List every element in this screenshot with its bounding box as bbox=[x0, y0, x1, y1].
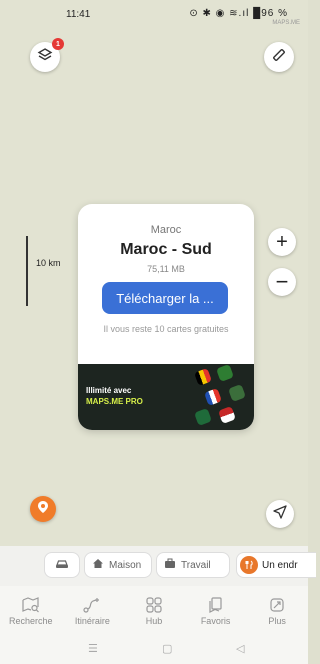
status-indicators: ⊙ ✱ ◉ ≋.ıl █96 % bbox=[189, 8, 288, 19]
promo-brand: MAPS.ME PRO bbox=[86, 397, 143, 406]
nav-more[interactable]: Plus bbox=[246, 586, 308, 636]
restaurant-icon bbox=[240, 556, 258, 574]
pro-promo-banner[interactable]: Illimité avec MAPS.ME PRO bbox=[78, 364, 254, 430]
quick-places-bar: Maison Travail Un endr bbox=[0, 546, 316, 586]
scale-bar bbox=[26, 236, 28, 306]
car-icon bbox=[55, 558, 69, 573]
status-bar: 11:41 ⊙ ✱ ◉ ≋.ıl █96 % MAPS.ME bbox=[0, 0, 308, 34]
nav-search-label: Recherche bbox=[9, 616, 53, 626]
flag-icon bbox=[216, 364, 234, 382]
chip-home-label: Maison bbox=[109, 559, 142, 571]
back-icon[interactable]: ◁ bbox=[236, 642, 244, 655]
home-icon bbox=[92, 558, 104, 572]
flag-icon bbox=[204, 388, 222, 406]
download-map-card: Maroc Maroc - Sud 75,11 MB Télécharger l… bbox=[78, 204, 254, 430]
system-navigation-bar: ☰ ▢ ◁ bbox=[0, 636, 308, 664]
download-map-button[interactable]: Télécharger la ... bbox=[102, 282, 228, 314]
card-region-title: Maroc - Sud bbox=[120, 241, 212, 258]
nav-favorites-label: Favoris bbox=[200, 616, 231, 626]
nav-favorites[interactable]: Favoris bbox=[185, 586, 247, 636]
flag-icon bbox=[218, 406, 236, 424]
route-icon bbox=[83, 596, 101, 614]
briefcase-icon bbox=[164, 558, 176, 572]
nav-more-label: Plus bbox=[268, 616, 286, 626]
chip-work[interactable]: Travail bbox=[156, 552, 230, 578]
nav-hub[interactable]: Hub bbox=[123, 586, 185, 636]
recent-apps-icon[interactable]: ☰ bbox=[88, 642, 98, 655]
navigation-arrow-icon bbox=[273, 504, 287, 524]
chip-home[interactable]: Maison bbox=[84, 552, 152, 578]
ruler-icon bbox=[271, 47, 287, 68]
flag-icon bbox=[228, 384, 246, 402]
layers-icon bbox=[37, 47, 53, 68]
free-maps-info: Il vous reste 10 cartes gratuites bbox=[103, 324, 229, 334]
map-search-icon bbox=[22, 596, 40, 614]
grid-icon bbox=[145, 596, 163, 614]
watermark: MAPS.ME bbox=[272, 20, 300, 26]
my-location-button[interactable] bbox=[266, 500, 294, 528]
flag-icon bbox=[194, 368, 212, 386]
flag-icon bbox=[194, 408, 212, 426]
nav-hub-label: Hub bbox=[145, 616, 163, 626]
nav-route-label: Itinéraire bbox=[74, 616, 110, 626]
card-country: Maroc bbox=[150, 224, 182, 236]
promo-text: Illimité avec bbox=[86, 386, 132, 395]
nav-route[interactable]: Itinéraire bbox=[62, 586, 124, 636]
zoom-in-button[interactable]: + bbox=[268, 228, 296, 256]
zoom-out-button[interactable]: − bbox=[268, 268, 296, 296]
bottom-navigation: Recherche Itinéraire Hub Favoris Plus bbox=[0, 586, 308, 636]
add-place-button[interactable] bbox=[30, 496, 56, 522]
chip-custom-place[interactable]: Un endr bbox=[236, 552, 316, 578]
bookmark-icon bbox=[207, 596, 225, 614]
more-icon bbox=[268, 596, 286, 614]
chip-custom-label: Un endr bbox=[262, 559, 298, 571]
ruler-button[interactable] bbox=[264, 42, 294, 72]
home-system-icon[interactable]: ▢ bbox=[162, 642, 172, 655]
place-marker-icon bbox=[37, 500, 49, 519]
nav-search[interactable]: Recherche bbox=[0, 586, 62, 636]
scale-label: 10 km bbox=[36, 258, 61, 268]
card-map-size: 75,11 MB bbox=[147, 264, 185, 274]
status-time: 11:41 bbox=[66, 9, 91, 20]
notification-badge: 1 bbox=[52, 38, 64, 50]
chip-car[interactable] bbox=[44, 552, 80, 578]
layers-button[interactable]: 1 bbox=[30, 38, 64, 72]
chip-work-label: Travail bbox=[181, 559, 211, 571]
